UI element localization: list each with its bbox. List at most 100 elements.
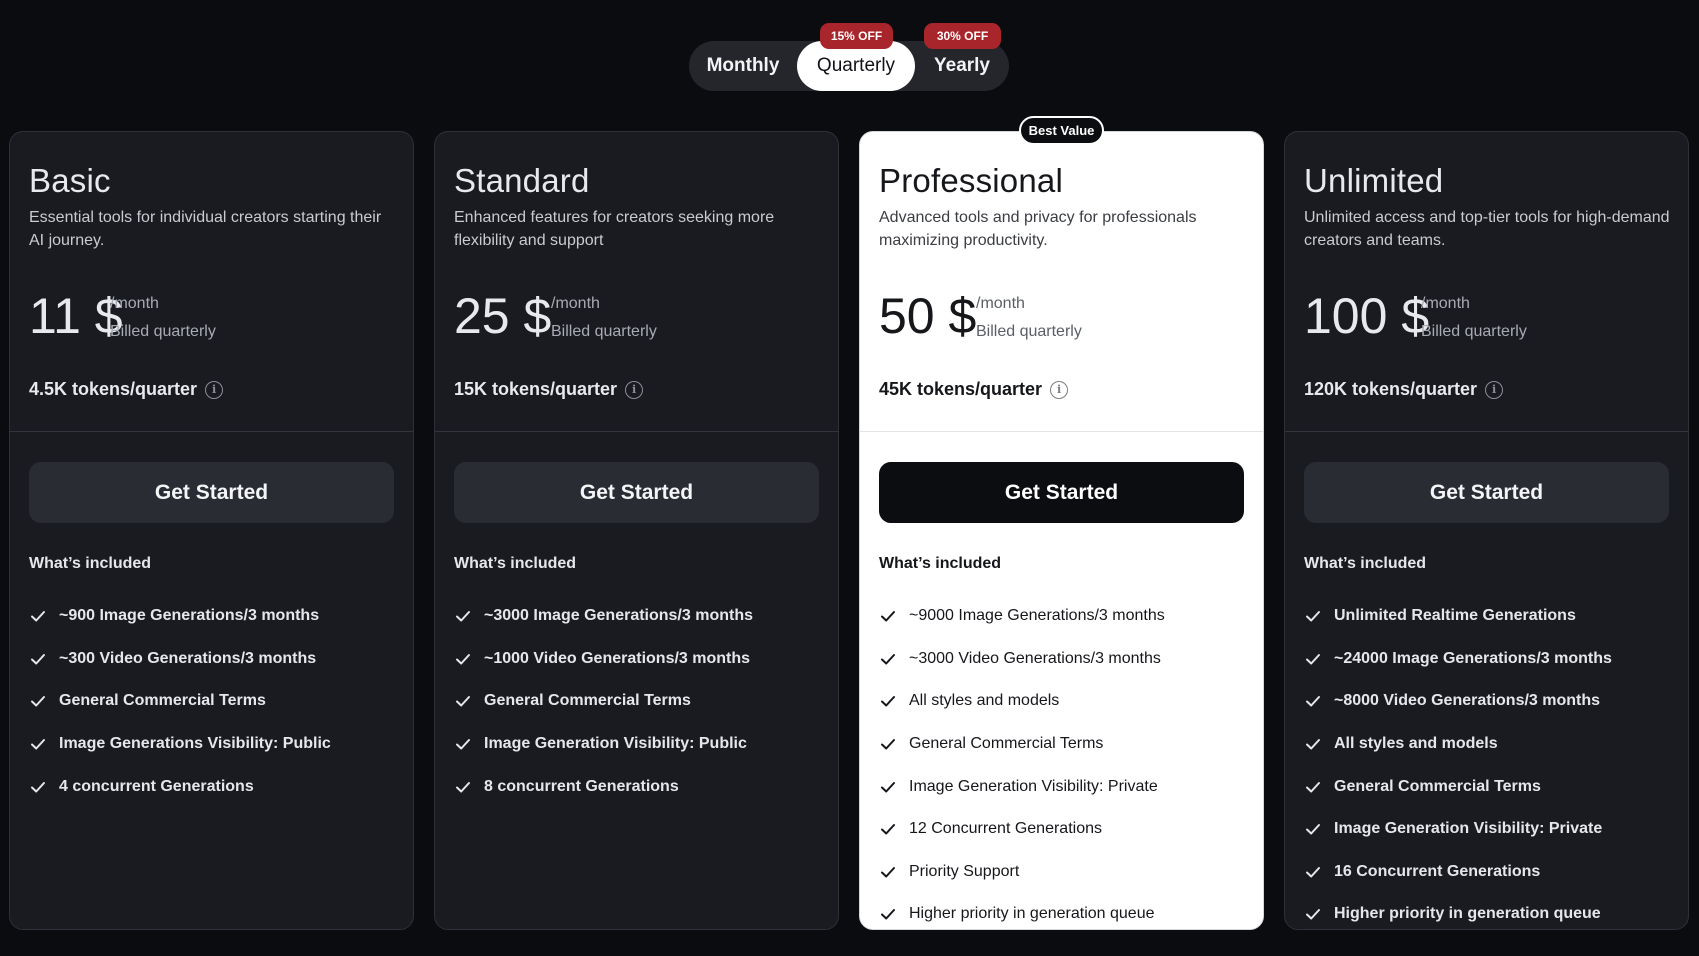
billing-option-monthly[interactable]: Monthly bbox=[689, 41, 797, 91]
feature-label: Higher priority in generation queue bbox=[909, 905, 1155, 923]
check-icon bbox=[879, 820, 897, 838]
plan-price: 11 $ bbox=[29, 288, 123, 344]
yearly-discount-badge: 30% OFF bbox=[924, 23, 1001, 49]
token-allowance: 45K tokens/quarter i bbox=[879, 379, 1069, 400]
feature-label: General Commercial Terms bbox=[59, 692, 266, 710]
feature-label: Image Generation Visibility: Private bbox=[1334, 820, 1603, 838]
info-icon[interactable]: i bbox=[625, 380, 644, 399]
feature-item: ~900 Image Generations/3 months bbox=[29, 595, 331, 638]
feature-item: 8 concurrent Generations bbox=[454, 765, 753, 808]
feature-label: 12 Concurrent Generations bbox=[909, 820, 1102, 838]
feature-item: All styles and models bbox=[1304, 723, 1612, 766]
feature-item: Image Generation Visibility: Private bbox=[879, 765, 1165, 808]
feature-item: Higher priority in generation queue bbox=[1304, 893, 1612, 929]
whats-included-title: What’s included bbox=[29, 555, 152, 572]
check-icon bbox=[879, 735, 897, 753]
billing-note: Billed quarterly bbox=[110, 323, 216, 340]
info-icon[interactable]: i bbox=[1485, 380, 1504, 399]
get-started-button[interactable]: Get Started bbox=[454, 462, 819, 523]
feature-list: ~900 Image Generations/3 months ~300 Vide… bbox=[29, 595, 331, 808]
price-period: /month bbox=[551, 295, 600, 312]
check-icon bbox=[1304, 692, 1322, 710]
billing-note: Billed quarterly bbox=[1421, 323, 1527, 340]
info-icon[interactable]: i bbox=[1050, 380, 1069, 399]
price-period: /month bbox=[1421, 295, 1470, 312]
plan-card-professional: Professional Advanced tools and privacy f… bbox=[859, 131, 1264, 930]
plan-name: Basic bbox=[29, 162, 111, 199]
feature-item: ~3000 Image Generations/3 months bbox=[454, 595, 753, 638]
check-icon bbox=[454, 778, 472, 796]
check-icon bbox=[454, 735, 472, 753]
plan-card-basic: Basic Essential tools for individual crea… bbox=[9, 131, 414, 930]
token-label: 45K tokens/quarter bbox=[879, 379, 1043, 399]
plan-price: 50 $ bbox=[879, 288, 977, 344]
feature-label: ~3000 Image Generations/3 months bbox=[484, 607, 753, 625]
feature-item: ~3000 Video Generations/3 months bbox=[879, 638, 1165, 681]
check-icon bbox=[1304, 607, 1322, 625]
plan-price: 25 $ bbox=[454, 288, 552, 344]
best-value-badge: Best Value bbox=[1019, 116, 1104, 145]
feature-item: ~1000 Video Generations/3 months bbox=[454, 638, 753, 681]
feature-item: ~9000 Image Generations/3 months bbox=[879, 595, 1165, 638]
plan-description: Unlimited access and top-tier tools for … bbox=[1304, 209, 1670, 249]
token-allowance: 15K tokens/quarter i bbox=[454, 379, 644, 400]
token-label: 15K tokens/quarter bbox=[454, 379, 618, 399]
feature-label: ~8000 Video Generations/3 months bbox=[1334, 692, 1601, 710]
plan-price: 100 $ bbox=[1304, 288, 1430, 344]
check-icon bbox=[1304, 820, 1322, 838]
feature-item: ~300 Video Generations/3 months bbox=[29, 638, 331, 681]
quarterly-discount-badge: 15% OFF bbox=[820, 23, 893, 49]
check-icon bbox=[1304, 778, 1322, 796]
feature-label: ~3000 Video Generations/3 months bbox=[909, 649, 1161, 667]
feature-list: Unlimited Realtime Generations ~24000 Ima… bbox=[1304, 595, 1612, 929]
check-icon bbox=[1304, 905, 1322, 923]
check-icon bbox=[879, 607, 897, 625]
feature-label: Priority Support bbox=[909, 862, 1020, 880]
feature-label: 4 concurrent Generations bbox=[59, 777, 254, 795]
feature-item: 12 Concurrent Generations bbox=[879, 808, 1165, 851]
check-icon bbox=[879, 692, 897, 710]
feature-label: General Commercial Terms bbox=[484, 692, 691, 710]
feature-item: All styles and models bbox=[879, 680, 1165, 723]
feature-label: Image Generation Visibility: Public bbox=[484, 735, 747, 753]
feature-label: 16 Concurrent Generations bbox=[1334, 862, 1541, 880]
feature-label: ~9000 Image Generations/3 months bbox=[909, 607, 1165, 625]
feature-label: General Commercial Terms bbox=[1334, 777, 1541, 795]
card-divider bbox=[10, 431, 413, 432]
feature-item: Image Generation Visibility: Public bbox=[454, 723, 753, 766]
plan-card-unlimited: Unlimited Unlimited access and top-tier t… bbox=[1284, 131, 1689, 930]
feature-label: Image Generations Visibility: Public bbox=[59, 735, 331, 753]
check-icon bbox=[454, 692, 472, 710]
card-divider bbox=[1285, 431, 1688, 432]
plan-card-standard: Standard Enhanced features for creators s… bbox=[434, 131, 839, 930]
plan-description: Advanced tools and privacy for professio… bbox=[879, 209, 1197, 249]
feature-item: Image Generation Visibility: Private bbox=[1304, 808, 1612, 851]
token-label: 4.5K tokens/quarter bbox=[29, 379, 198, 399]
price-period: /month bbox=[976, 295, 1025, 312]
feature-label: ~900 Image Generations/3 months bbox=[59, 607, 320, 625]
feature-item: ~8000 Video Generations/3 months bbox=[1304, 680, 1612, 723]
feature-label: ~1000 Video Generations/3 months bbox=[484, 649, 751, 667]
feature-label: 8 concurrent Generations bbox=[484, 777, 679, 795]
get-started-button[interactable]: Get Started bbox=[29, 462, 394, 523]
feature-label: General Commercial Terms bbox=[909, 735, 1104, 753]
feature-label: Higher priority in generation queue bbox=[1334, 905, 1601, 923]
feature-item: General Commercial Terms bbox=[879, 723, 1165, 766]
feature-item: 16 Concurrent Generations bbox=[1304, 851, 1612, 894]
check-icon bbox=[1304, 735, 1322, 753]
plan-description: Enhanced features for creators seeking m… bbox=[454, 209, 775, 249]
check-icon bbox=[879, 863, 897, 881]
check-icon bbox=[879, 650, 897, 668]
feature-item: Image Generations Visibility: Public bbox=[29, 723, 331, 766]
feature-item: 4 concurrent Generations bbox=[29, 765, 331, 808]
get-started-button[interactable]: Get Started bbox=[1304, 462, 1669, 523]
get-started-button[interactable]: Get Started bbox=[879, 462, 1244, 523]
check-icon bbox=[879, 905, 897, 923]
check-icon bbox=[454, 607, 472, 625]
check-icon bbox=[29, 692, 47, 710]
feature-label: Image Generation Visibility: Private bbox=[909, 777, 1158, 795]
info-icon[interactable]: i bbox=[205, 380, 224, 399]
card-divider bbox=[435, 431, 838, 432]
whats-included-title: What’s included bbox=[454, 555, 577, 572]
feature-label: ~300 Video Generations/3 months bbox=[59, 649, 317, 667]
